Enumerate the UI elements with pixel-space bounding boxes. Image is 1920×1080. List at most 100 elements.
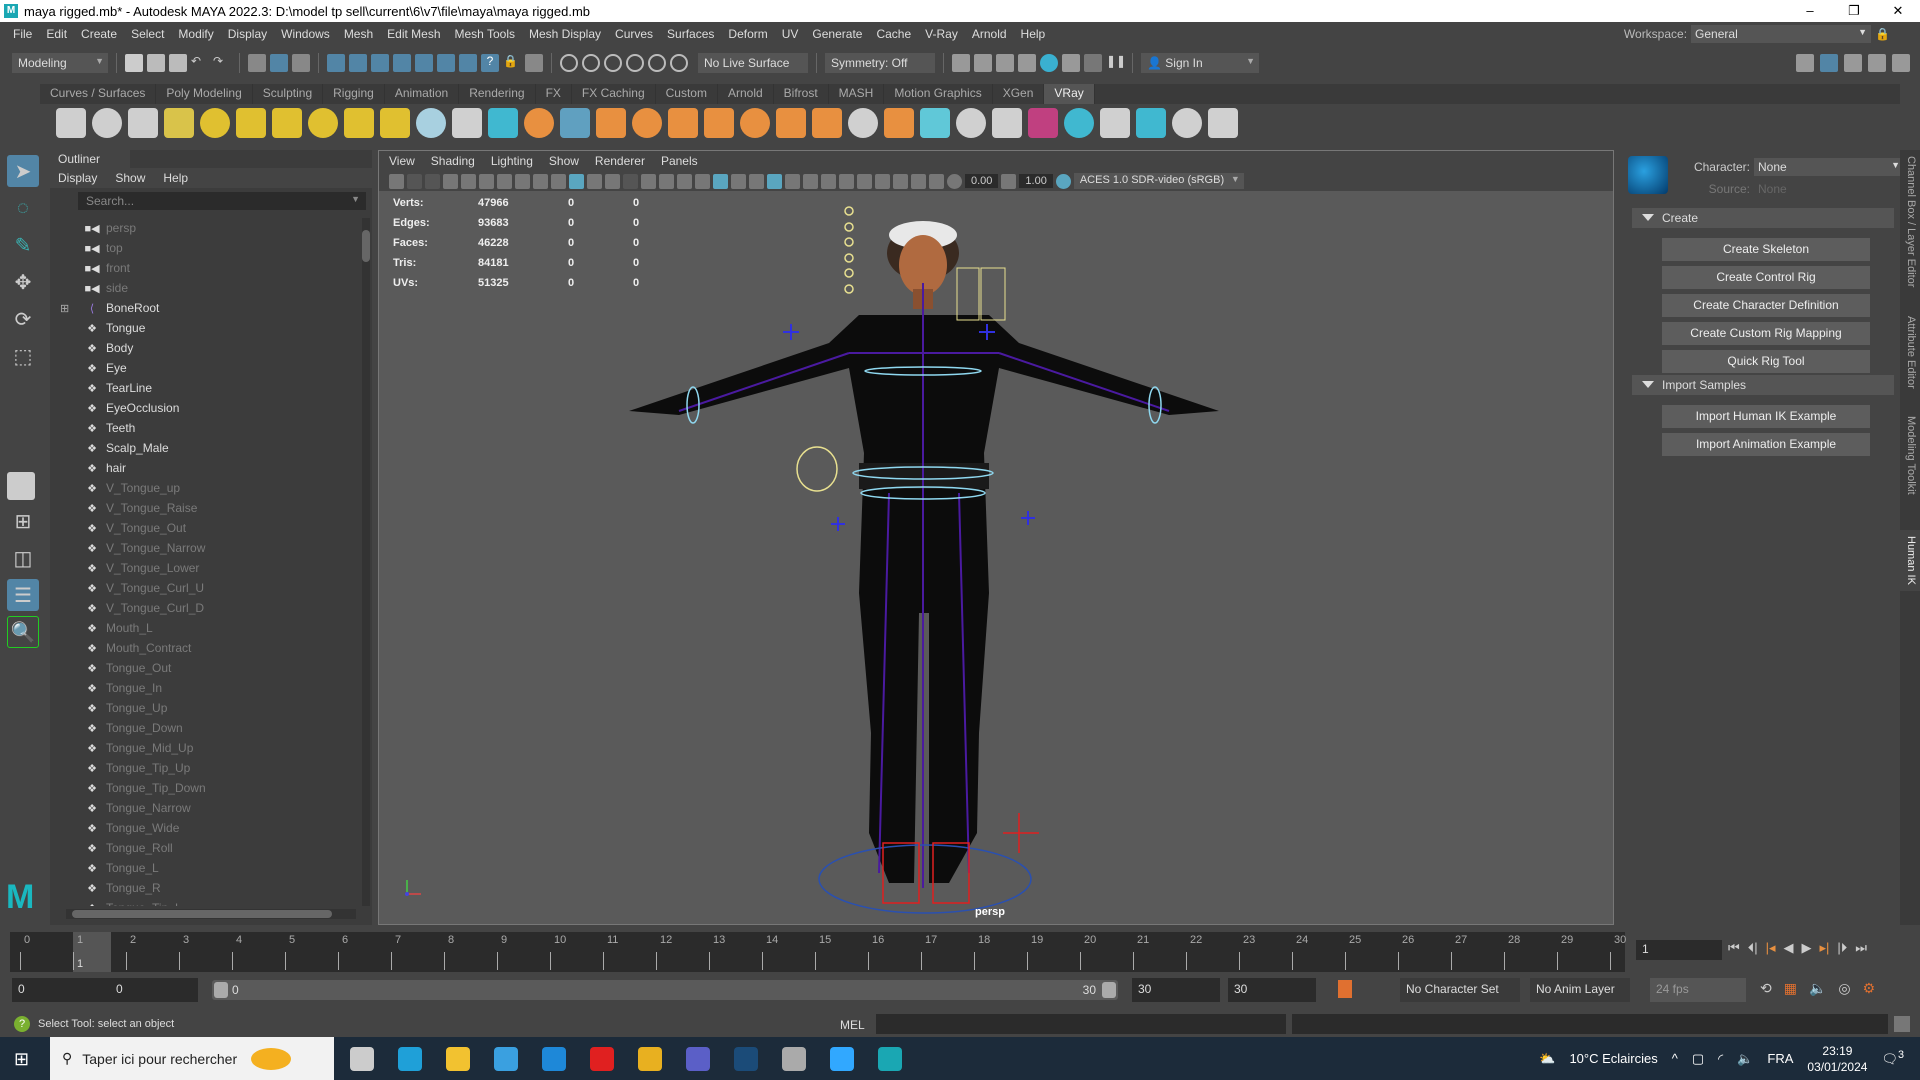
shelf-tab-motion-graphics[interactable]: Motion Graphics bbox=[884, 84, 993, 104]
shelf-tab-animation[interactable]: Animation bbox=[385, 84, 460, 104]
step-forward-icon[interactable]: |⏵ bbox=[1837, 940, 1847, 956]
select-hierarchy-icon[interactable] bbox=[248, 54, 266, 72]
menu-modify[interactable]: Modify bbox=[171, 27, 220, 41]
chevron-down-icon[interactable]: ▼ bbox=[351, 194, 360, 204]
import-samples-section-header[interactable]: Import Samples bbox=[1632, 375, 1894, 395]
lock-camera-icon[interactable] bbox=[407, 173, 422, 189]
default-material-icon[interactable] bbox=[731, 173, 746, 189]
close-button[interactable]: ✕ bbox=[1876, 0, 1920, 22]
lock-icon[interactable]: 🔒 bbox=[1875, 27, 1890, 41]
viewport-menu-renderer[interactable]: Renderer bbox=[595, 154, 645, 168]
outliner-menu-show[interactable]: Show bbox=[115, 171, 145, 185]
four-view-layout-icon[interactable]: ⊞ bbox=[7, 505, 39, 537]
resolution-gate-icon[interactable] bbox=[605, 173, 620, 189]
shelf-tab-fx[interactable]: FX bbox=[536, 84, 572, 104]
menu-surfaces[interactable]: Surfaces bbox=[660, 27, 721, 41]
menu-arnold[interactable]: Arnold bbox=[965, 27, 1014, 41]
outliner-item[interactable]: ❖ V_Tongue_Raise bbox=[50, 498, 360, 518]
outliner-horizontal-scrollbar[interactable] bbox=[66, 909, 356, 919]
weather-text[interactable]: 10°C Eclaircies bbox=[1569, 1051, 1657, 1066]
menu-file[interactable]: File bbox=[6, 27, 39, 41]
viewport-panel[interactable]: View Shading Lighting Show Renderer Panels bbox=[378, 150, 1614, 925]
sphere-light-icon[interactable] bbox=[272, 108, 302, 138]
ies-light-icon[interactable] bbox=[308, 108, 338, 138]
outliner-item[interactable]: ❖ Tongue_R bbox=[50, 878, 360, 898]
menu-generate[interactable]: Generate bbox=[805, 27, 869, 41]
wireframe-on-shaded-icon[interactable] bbox=[749, 173, 764, 189]
workspace-selector[interactable]: Workspace: General ▼ 🔒 bbox=[1624, 25, 1890, 43]
outliner-item[interactable]: ❖ Tongue_Tip_Up bbox=[50, 758, 360, 778]
render-view-icon[interactable] bbox=[952, 54, 970, 72]
color-management-toggle-icon[interactable] bbox=[1055, 173, 1071, 189]
vray-logo-icon[interactable] bbox=[1208, 108, 1238, 138]
input-language[interactable]: FRA bbox=[1767, 1051, 1793, 1066]
move-tool-icon[interactable]: ✥ bbox=[7, 266, 39, 298]
time-slider[interactable]: 1 0 1 2 3 4 5 6 7 8 9 10 11 12 13 14 15 16 17 18 19 20 21 22 23… bbox=[10, 932, 1626, 972]
steam-icon[interactable] bbox=[722, 1037, 770, 1080]
taskbar-search-box[interactable]: ⚲ Taper ici pour rechercher bbox=[50, 1037, 334, 1080]
anti-aliasing-icon[interactable] bbox=[857, 173, 872, 189]
undo-icon[interactable]: ↶ bbox=[191, 54, 209, 72]
minimize-button[interactable]: – bbox=[1788, 0, 1832, 22]
ipr-render-icon[interactable] bbox=[996, 54, 1014, 72]
two-view-layout-icon[interactable]: ◫ bbox=[7, 542, 39, 574]
add-attrs-icon[interactable] bbox=[992, 108, 1022, 138]
ambient-occlusion-icon[interactable] bbox=[821, 173, 836, 189]
shelf-tab-sculpting[interactable]: Sculpting bbox=[253, 84, 324, 104]
menu-set-dropdown[interactable]: Modeling ▼ bbox=[12, 53, 108, 73]
outliner-item[interactable]: ❖ Tongue bbox=[50, 318, 360, 338]
shelf-tab-fx-caching[interactable]: FX Caching bbox=[572, 84, 656, 104]
camera-icon[interactable]: ▢ bbox=[1692, 1051, 1704, 1067]
menu-display[interactable]: Display bbox=[221, 27, 274, 41]
snap-point-icon[interactable] bbox=[604, 54, 622, 72]
multi-material-icon[interactable] bbox=[1064, 108, 1094, 138]
command-input[interactable] bbox=[876, 1014, 1286, 1034]
gate-mask-icon[interactable] bbox=[623, 173, 638, 189]
menu-v-ray[interactable]: V-Ray bbox=[918, 27, 965, 41]
scale-tool-icon[interactable]: ⬚ bbox=[7, 340, 39, 372]
maya-icon[interactable] bbox=[866, 1037, 914, 1080]
viewport-menu-panels[interactable]: Panels bbox=[661, 154, 698, 168]
step-back-key-icon[interactable]: |◂ bbox=[1766, 940, 1776, 956]
snap-projected-center-icon[interactable] bbox=[626, 54, 644, 72]
motion-blur-icon[interactable] bbox=[839, 173, 854, 189]
outliner-menu-help[interactable]: Help bbox=[163, 171, 188, 185]
channel-box-icon[interactable] bbox=[1892, 54, 1910, 72]
symmetry-dropdown[interactable]: Symmetry: Off bbox=[825, 53, 935, 73]
select-by-deformation-icon[interactable] bbox=[415, 54, 433, 72]
vray-frame-buffer-icon[interactable] bbox=[128, 108, 158, 138]
outliner-vertical-scrollbar[interactable] bbox=[362, 218, 370, 906]
plugin-icon[interactable] bbox=[1172, 108, 1202, 138]
palette-icon[interactable] bbox=[1100, 108, 1130, 138]
outliner-item[interactable]: ❖ Tongue_Down bbox=[50, 718, 360, 738]
pin-icon[interactable] bbox=[533, 173, 548, 189]
shelf-tab-rigging[interactable]: Rigging bbox=[323, 84, 385, 104]
material-ball-icon[interactable] bbox=[956, 108, 986, 138]
outliner-item[interactable]: ❖ V_Tongue_Lower bbox=[50, 558, 360, 578]
isolate-select-icon[interactable] bbox=[893, 173, 908, 189]
menu-mesh-tools[interactable]: Mesh Tools bbox=[448, 27, 522, 41]
task-view-icon[interactable] bbox=[338, 1037, 386, 1080]
shelf-tab-rendering[interactable]: Rendering bbox=[459, 84, 536, 104]
volume-icon[interactable]: 🔈 bbox=[1737, 1051, 1753, 1067]
outliner-item[interactable]: ❖ Tongue_L bbox=[50, 858, 360, 878]
proxy-icon[interactable] bbox=[452, 108, 482, 138]
plane-icon[interactable] bbox=[416, 108, 446, 138]
outliner-menu-display[interactable]: Display bbox=[58, 171, 97, 185]
outliner-search-input[interactable]: Search... ▼ bbox=[78, 192, 366, 210]
edge-icon[interactable] bbox=[386, 1037, 434, 1080]
character-dropdown[interactable]: None ▼ bbox=[1754, 158, 1904, 176]
create-skeleton-button[interactable]: Create Skeleton bbox=[1662, 238, 1870, 261]
shelf-tab-xgen[interactable]: XGen bbox=[993, 84, 1045, 104]
lock-selection-icon[interactable]: 🔒 bbox=[503, 54, 521, 72]
film-gate-icon[interactable] bbox=[587, 173, 602, 189]
xray-icon[interactable] bbox=[767, 173, 782, 189]
vray-physical-camera-icon[interactable] bbox=[920, 108, 950, 138]
notifications-icon[interactable]: 🗨3 bbox=[1881, 1049, 1904, 1067]
gamma-icon[interactable] bbox=[1001, 173, 1017, 189]
sound-icon[interactable]: 🔈 bbox=[1809, 980, 1826, 997]
mail-icon[interactable] bbox=[530, 1037, 578, 1080]
outliner-item[interactable]: ❖ Mouth_Contract bbox=[50, 638, 360, 658]
render-frame-icon[interactable] bbox=[974, 54, 992, 72]
texture-icon[interactable] bbox=[740, 108, 770, 138]
